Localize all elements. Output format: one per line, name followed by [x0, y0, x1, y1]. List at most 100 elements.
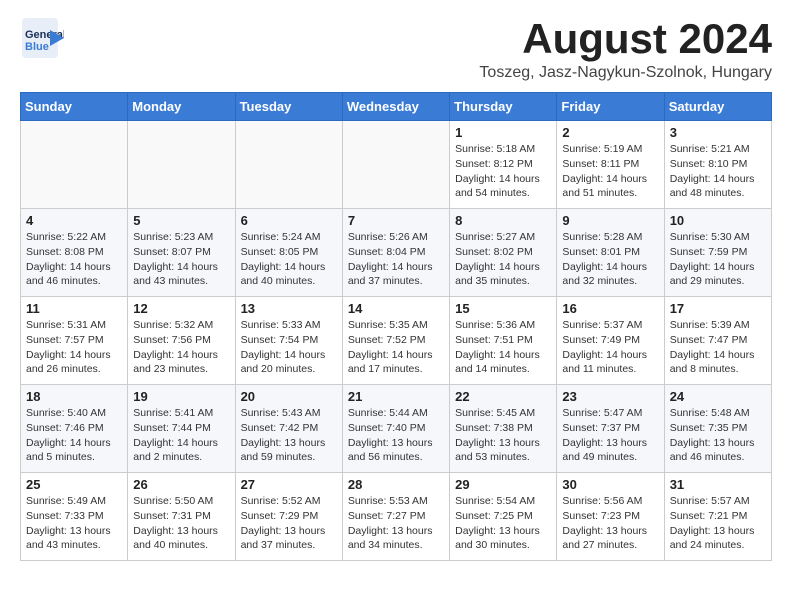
day-number: 21: [348, 389, 444, 404]
day-info: Sunrise: 5:43 AMSunset: 7:42 PMDaylight:…: [241, 406, 337, 465]
day-cell: 28Sunrise: 5:53 AMSunset: 7:27 PMDayligh…: [342, 473, 449, 561]
svg-text:Blue: Blue: [25, 41, 49, 53]
day-number: 5: [133, 213, 229, 228]
day-info: Sunrise: 5:33 AMSunset: 7:54 PMDaylight:…: [241, 318, 337, 377]
day-info: Sunrise: 5:49 AMSunset: 7:33 PMDaylight:…: [26, 494, 122, 553]
day-cell: 3Sunrise: 5:21 AMSunset: 8:10 PMDaylight…: [664, 121, 771, 209]
logo-icon: General Blue: [20, 16, 64, 60]
day-cell: 19Sunrise: 5:41 AMSunset: 7:44 PMDayligh…: [128, 385, 235, 473]
day-cell: 13 Sunrise: 5:33 AMSunset: 7:54 PMDayligh…: [235, 297, 342, 385]
day-info: Sunrise: 5:26 AMSunset: 8:04 PMDaylight:…: [348, 230, 444, 289]
day-cell: 10Sunrise: 5:30 AMSunset: 7:59 PMDayligh…: [664, 209, 771, 297]
day-cell: 27Sunrise: 5:52 AMSunset: 7:29 PMDayligh…: [235, 473, 342, 561]
day-cell: 8 Sunrise: 5:27 AMSunset: 8:02 PMDaylight…: [450, 209, 557, 297]
day-info: Sunrise: 5:48 AMSunset: 7:35 PMDaylight:…: [670, 406, 766, 465]
day-info: Sunrise: 5:57 AMSunset: 7:21 PMDaylight:…: [670, 494, 766, 553]
month-title: August 2024: [479, 16, 772, 62]
day-info: Sunrise: 5:22 AMSunset: 8:08 PMDaylight:…: [26, 230, 122, 289]
day-info: Sunrise: 5:32 AMSunset: 7:56 PMDaylight:…: [133, 318, 229, 377]
day-number: 16: [562, 301, 658, 316]
day-number: 17: [670, 301, 766, 316]
day-info: Sunrise: 5:50 AMSunset: 7:31 PMDaylight:…: [133, 494, 229, 553]
title-area: August 2024 Toszeg, Jasz-Nagykun-Szolnok…: [479, 16, 772, 82]
col-header-thursday: Thursday: [450, 93, 557, 121]
col-header-friday: Friday: [557, 93, 664, 121]
day-number: 31: [670, 477, 766, 492]
day-number: 29: [455, 477, 551, 492]
day-cell: 16 Sunrise: 5:37 AMSunset: 7:49 PMDayligh…: [557, 297, 664, 385]
day-info: Sunrise: 5:56 AMSunset: 7:23 PMDaylight:…: [562, 494, 658, 553]
day-number: 7: [348, 213, 444, 228]
location-title: Toszeg, Jasz-Nagykun-Szolnok, Hungary: [479, 64, 772, 82]
day-info: Sunrise: 5:39 AMSunset: 7:47 PMDaylight:…: [670, 318, 766, 377]
day-number: 22: [455, 389, 551, 404]
week-row-4: 18Sunrise: 5:40 AMSunset: 7:46 PMDayligh…: [21, 385, 772, 473]
day-cell: 22 Sunrise: 5:45 AMSunset: 7:38 PMDayligh…: [450, 385, 557, 473]
day-number: 23: [562, 389, 658, 404]
day-cell: [21, 121, 128, 209]
week-row-2: 4 Sunrise: 5:22 AMSunset: 8:08 PMDaylight…: [21, 209, 772, 297]
day-info: Sunrise: 5:21 AMSunset: 8:10 PMDaylight:…: [670, 142, 766, 201]
day-number: 11: [26, 301, 122, 316]
week-row-5: 25 Sunrise: 5:49 AMSunset: 7:33 PMDayligh…: [21, 473, 772, 561]
day-number: 2: [562, 125, 658, 140]
day-info: Sunrise: 5:31 AMSunset: 7:57 PMDaylight:…: [26, 318, 122, 377]
day-info: Sunrise: 5:30 AMSunset: 7:59 PMDaylight:…: [670, 230, 766, 289]
day-number: 12: [133, 301, 229, 316]
day-info: Sunrise: 5:54 AMSunset: 7:25 PMDaylight:…: [455, 494, 551, 553]
week-row-3: 11 Sunrise: 5:31 AMSunset: 7:57 PMDayligh…: [21, 297, 772, 385]
col-header-wednesday: Wednesday: [342, 93, 449, 121]
day-cell: 20Sunrise: 5:43 AMSunset: 7:42 PMDayligh…: [235, 385, 342, 473]
day-info: Sunrise: 5:28 AMSunset: 8:01 PMDaylight:…: [562, 230, 658, 289]
day-cell: 30 Sunrise: 5:56 AMSunset: 7:23 PMDayligh…: [557, 473, 664, 561]
day-cell: 6 Sunrise: 5:24 AMSunset: 8:05 PMDaylight…: [235, 209, 342, 297]
day-number: 4: [26, 213, 122, 228]
day-info: Sunrise: 5:23 AMSunset: 8:07 PMDaylight:…: [133, 230, 229, 289]
day-info: Sunrise: 5:35 AMSunset: 7:52 PMDaylight:…: [348, 318, 444, 377]
day-number: 19: [133, 389, 229, 404]
day-cell: 12 Sunrise: 5:32 AMSunset: 7:56 PMDayligh…: [128, 297, 235, 385]
day-cell: 9 Sunrise: 5:28 AMSunset: 8:01 PMDaylight…: [557, 209, 664, 297]
day-number: 26: [133, 477, 229, 492]
day-info: Sunrise: 5:52 AMSunset: 7:29 PMDaylight:…: [241, 494, 337, 553]
day-info: Sunrise: 5:45 AMSunset: 7:38 PMDaylight:…: [455, 406, 551, 465]
day-cell: [342, 121, 449, 209]
day-info: Sunrise: 5:18 AMSunset: 8:12 PMDaylight:…: [455, 142, 551, 201]
day-info: Sunrise: 5:27 AMSunset: 8:02 PMDaylight:…: [455, 230, 551, 289]
day-cell: [128, 121, 235, 209]
day-cell: 29 Sunrise: 5:54 AMSunset: 7:25 PMDayligh…: [450, 473, 557, 561]
day-info: Sunrise: 5:36 AMSunset: 7:51 PMDaylight:…: [455, 318, 551, 377]
day-info: Sunrise: 5:19 AMSunset: 8:11 PMDaylight:…: [562, 142, 658, 201]
day-number: 8: [455, 213, 551, 228]
day-cell: 14 Sunrise: 5:35 AMSunset: 7:52 PMDayligh…: [342, 297, 449, 385]
day-cell: 24 Sunrise: 5:48 AMSunset: 7:35 PMDayligh…: [664, 385, 771, 473]
day-cell: 23 Sunrise: 5:47 AMSunset: 7:37 PMDayligh…: [557, 385, 664, 473]
day-info: Sunrise: 5:47 AMSunset: 7:37 PMDaylight:…: [562, 406, 658, 465]
day-info: Sunrise: 5:53 AMSunset: 7:27 PMDaylight:…: [348, 494, 444, 553]
day-info: Sunrise: 5:24 AMSunset: 8:05 PMDaylight:…: [241, 230, 337, 289]
day-cell: 18Sunrise: 5:40 AMSunset: 7:46 PMDayligh…: [21, 385, 128, 473]
col-header-tuesday: Tuesday: [235, 93, 342, 121]
day-number: 13: [241, 301, 337, 316]
day-cell: 5 Sunrise: 5:23 AMSunset: 8:07 PMDaylight…: [128, 209, 235, 297]
calendar-header: SundayMondayTuesdayWednesdayThursdayFrid…: [21, 93, 772, 121]
header: General Blue August 2024 Toszeg, Jasz-Na…: [20, 16, 772, 82]
day-cell: 1Sunrise: 5:18 AMSunset: 8:12 PMDaylight…: [450, 121, 557, 209]
day-number: 24: [670, 389, 766, 404]
day-cell: [235, 121, 342, 209]
col-header-saturday: Saturday: [664, 93, 771, 121]
day-number: 14: [348, 301, 444, 316]
day-number: 9: [562, 213, 658, 228]
day-cell: 17 Sunrise: 5:39 AMSunset: 7:47 PMDayligh…: [664, 297, 771, 385]
day-cell: 15 Sunrise: 5:36 AMSunset: 7:51 PMDayligh…: [450, 297, 557, 385]
day-cell: 2 Sunrise: 5:19 AMSunset: 8:11 PMDaylight…: [557, 121, 664, 209]
calendar-table: SundayMondayTuesdayWednesdayThursdayFrid…: [20, 92, 772, 561]
day-number: 30: [562, 477, 658, 492]
day-number: 15: [455, 301, 551, 316]
day-number: 18: [26, 389, 122, 404]
day-info: Sunrise: 5:37 AMSunset: 7:49 PMDaylight:…: [562, 318, 658, 377]
day-cell: 31 Sunrise: 5:57 AMSunset: 7:21 PMDayligh…: [664, 473, 771, 561]
day-cell: 26 Sunrise: 5:50 AMSunset: 7:31 PMDayligh…: [128, 473, 235, 561]
day-number: 6: [241, 213, 337, 228]
day-number: 25: [26, 477, 122, 492]
